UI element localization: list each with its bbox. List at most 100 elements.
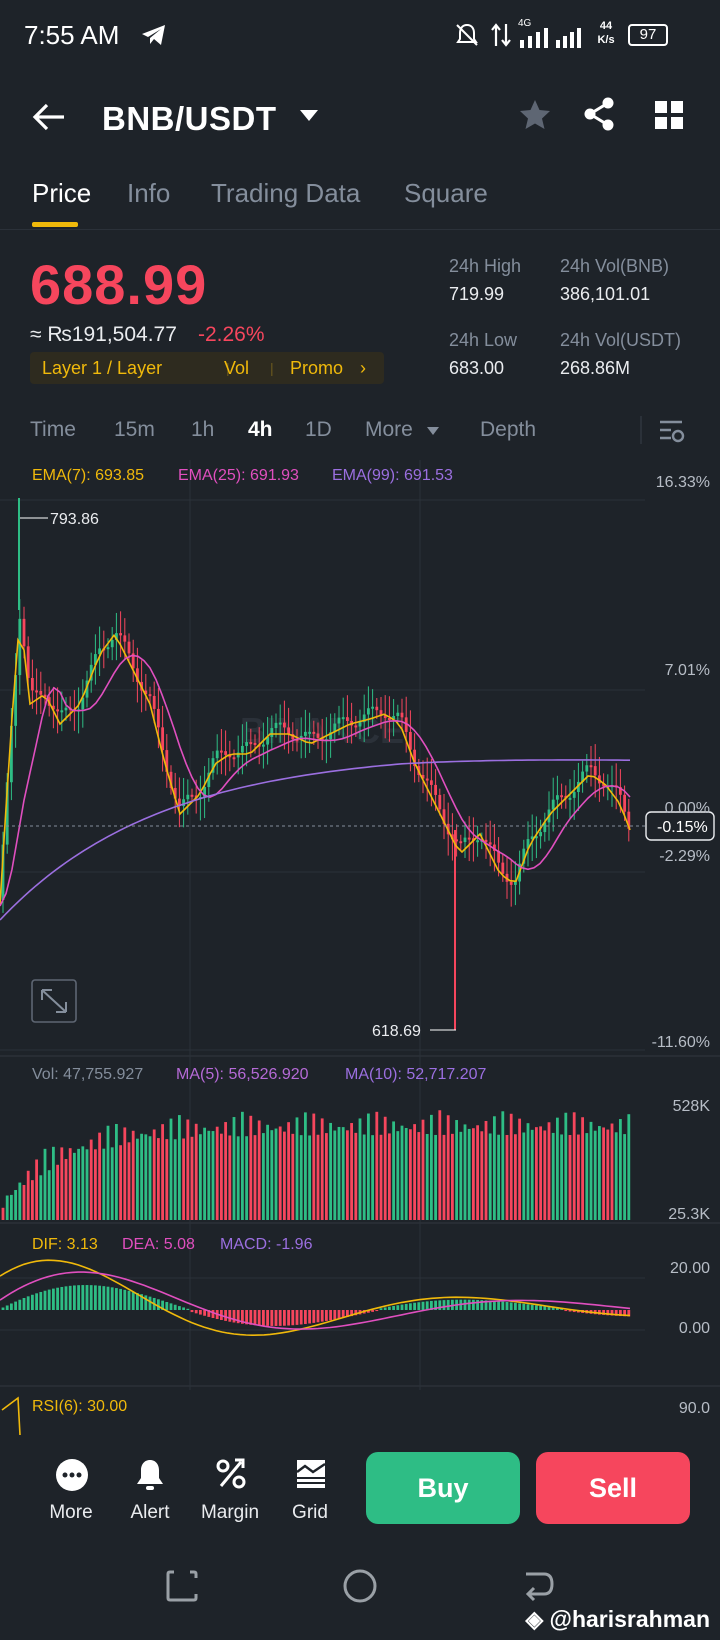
volume-bar (593, 1130, 597, 1220)
tag-bar[interactable]: Layer 1 / Layer | Vol | Promo › (30, 352, 384, 384)
candle-body (245, 742, 248, 746)
macd-bar (85, 1285, 89, 1310)
volume-bar (102, 1148, 106, 1220)
volume-bar (35, 1159, 38, 1220)
macd-bar (173, 1304, 177, 1310)
volume-bar (39, 1175, 43, 1220)
tab-square[interactable]: Square (404, 178, 488, 209)
back-arrow-icon[interactable] (32, 102, 66, 132)
vol-axis-top: 528K (672, 1098, 710, 1115)
grid-action[interactable]: Grid (275, 1458, 345, 1528)
macd-bar (509, 1302, 513, 1310)
home-icon[interactable] (342, 1568, 378, 1604)
volume-bar (530, 1129, 534, 1220)
volume-bar (194, 1123, 198, 1220)
macd-axis-mid: 0.00 (678, 1320, 710, 1337)
percent-icon (216, 1458, 246, 1489)
rsi-axis-top: 90.0 (678, 1400, 710, 1417)
macd-bar (396, 1305, 400, 1310)
recent-apps-icon[interactable] (164, 1568, 200, 1604)
more-action[interactable]: More (36, 1458, 106, 1528)
toolbar-divider (640, 416, 642, 444)
candle-body (35, 690, 38, 693)
grid-menu-icon[interactable] (654, 100, 684, 130)
candle-body (161, 727, 164, 751)
buy-button[interactable]: Buy (366, 1452, 520, 1524)
low-value: 683.00 (449, 358, 505, 378)
macd-bar (388, 1306, 391, 1310)
macd-bar (530, 1304, 534, 1310)
margin-action[interactable]: Margin (195, 1458, 265, 1528)
tab-trading-data[interactable]: Trading Data (211, 178, 360, 209)
macd-bar (270, 1310, 274, 1326)
volume-bar (270, 1130, 274, 1220)
candle-body (39, 691, 43, 695)
volume-bar (245, 1136, 248, 1220)
candle-body (308, 731, 311, 734)
tag-vol[interactable]: Vol (224, 358, 249, 379)
candle-body (367, 708, 370, 715)
candle-body (568, 797, 572, 800)
volume-bar (371, 1135, 374, 1220)
candle-body (488, 842, 492, 845)
timeframe-time[interactable]: Time (30, 418, 76, 442)
candle-body (539, 832, 542, 837)
candle-body (476, 840, 479, 843)
timeframe-1d[interactable]: 1D (305, 418, 332, 442)
tag-promo[interactable]: Promo (290, 358, 343, 379)
candle-body (186, 794, 190, 800)
candle-body (224, 751, 227, 755)
candle-body (274, 722, 278, 729)
macd-bar (81, 1285, 85, 1310)
volume-bar (236, 1136, 240, 1220)
candle-body (337, 717, 341, 724)
macd-bar (308, 1310, 311, 1324)
macd-bar (110, 1287, 114, 1310)
volume-bar (480, 1131, 484, 1220)
macd-bar (35, 1293, 38, 1310)
macd-bar (274, 1310, 278, 1326)
pair-title[interactable]: BNB/USDT (102, 100, 277, 138)
pair-dropdown-icon[interactable] (298, 108, 320, 124)
back-nav-icon[interactable] (520, 1568, 556, 1604)
timeframe-15m[interactable]: 15m (114, 418, 155, 442)
share-icon[interactable] (582, 96, 616, 132)
volume-bar (484, 1120, 488, 1220)
favorite-star-icon[interactable] (518, 98, 552, 132)
battery-indicator: 97 (628, 24, 668, 46)
tab-info[interactable]: Info (127, 178, 170, 209)
alert-action[interactable]: Alert (115, 1458, 185, 1528)
volume-bar (211, 1131, 215, 1220)
tab-price[interactable]: Price (32, 178, 91, 209)
timeframe-1h[interactable]: 1h (191, 418, 214, 442)
candle-body (346, 717, 349, 721)
volume-bar (446, 1115, 450, 1220)
volume-bar (585, 1133, 589, 1220)
candle-body (22, 618, 26, 647)
volume-bar (459, 1131, 463, 1220)
volume-bar (77, 1148, 80, 1220)
tag-category[interactable]: Layer 1 / Layer (42, 358, 162, 379)
volume-bar (425, 1133, 429, 1220)
candlestick-chart[interactable]: BINANCE 793.86 618.69 -0.15% (0, 460, 720, 1435)
macd-bar (94, 1285, 97, 1310)
volume-bar (68, 1148, 72, 1220)
candle-body (438, 794, 442, 810)
volume-bar (400, 1125, 404, 1220)
macd-bar (186, 1308, 190, 1310)
candle-body (278, 722, 282, 725)
volume-bar (287, 1122, 290, 1220)
volume-bar (564, 1112, 568, 1220)
timeframe-more[interactable]: More (365, 418, 413, 442)
timeframe-depth[interactable]: Depth (480, 418, 536, 442)
macd-bar (442, 1300, 446, 1310)
chart-settings-icon[interactable] (658, 418, 686, 444)
timeframe-4h[interactable]: 4h (248, 418, 273, 442)
candle-body (304, 731, 307, 736)
ema7-label: EMA(7): 693.85 (32, 467, 145, 484)
macd-bar (312, 1310, 316, 1323)
volume-bar (52, 1146, 55, 1220)
sell-button[interactable]: Sell (536, 1452, 690, 1524)
macd-bar (295, 1310, 299, 1325)
macd-bar (178, 1306, 181, 1310)
